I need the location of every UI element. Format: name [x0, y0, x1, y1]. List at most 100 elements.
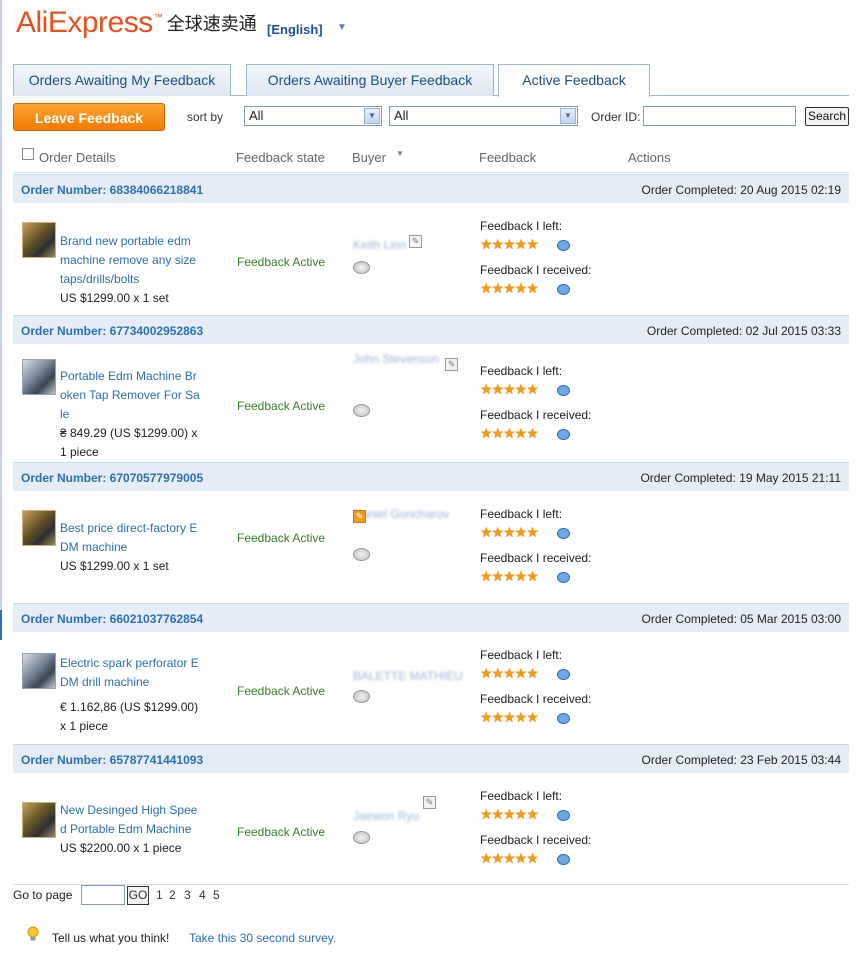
feedback-received-label: Feedback I received: [480, 833, 592, 847]
col-actions: Actions [628, 150, 671, 165]
feedback-received-comment-icon[interactable] [557, 854, 570, 865]
feedback-left-comment-icon[interactable] [557, 385, 570, 396]
product-name-link[interactable]: DM drill machine [60, 673, 208, 692]
search-button[interactable]: Search [805, 107, 849, 126]
feedback-left-stars: ★★★★★ [480, 524, 539, 540]
product-name-link[interactable]: DM machine [60, 538, 208, 557]
product-thumbnail[interactable] [22, 802, 56, 838]
product-thumbnail[interactable] [22, 510, 56, 546]
buyer-name[interactable]: John Stevenson [353, 352, 439, 366]
feedback-tabs: Orders Awaiting My Feedback Orders Await… [13, 64, 849, 97]
feedback-received-comment-icon[interactable] [557, 713, 570, 724]
buyer-name[interactable]: Keith Linn [353, 238, 406, 252]
table-bottom-divider [13, 884, 849, 885]
page-link-4[interactable]: 4 [199, 888, 206, 902]
tab-awaiting-my-feedback[interactable]: Orders Awaiting My Feedback [13, 64, 231, 96]
sort-caret-icon[interactable]: ▼ [396, 149, 404, 158]
order-number-link[interactable]: Order Number: 67734002952863 [21, 324, 203, 338]
aliexpress-logo[interactable]: AliExpress ™ 全球速卖通 [16, 6, 257, 40]
chat-icon[interactable] [353, 690, 370, 703]
chat-icon[interactable] [353, 831, 370, 844]
feedback-received-label: Feedback I received: [480, 263, 592, 277]
buyer-name[interactable]: Jaewon Ryu [353, 809, 419, 823]
order-number-link[interactable]: Order Number: 66021037762854 [21, 612, 203, 626]
tab-active-feedback[interactable]: Active Feedback [498, 64, 650, 97]
memo-icon[interactable]: ✎ [445, 358, 458, 371]
order-id-input[interactable] [643, 106, 796, 126]
chat-icon[interactable] [353, 548, 370, 561]
lightbulb-icon [27, 926, 39, 941]
feedback-left-label: Feedback I left: [480, 219, 563, 233]
feedback-received-comment-icon[interactable] [557, 429, 570, 440]
product-name-link[interactable]: Portable Edm Machine Br [60, 367, 208, 386]
sort-select-1-value: All [249, 108, 264, 123]
feedback-state: Feedback Active [237, 825, 326, 839]
product-price: € 1.162,86 (US $1299.00) [60, 700, 199, 714]
product-name-link[interactable]: machine remove any size [60, 251, 208, 270]
logo-trademark: ™ [153, 12, 163, 22]
feedback-state: Feedback Active [237, 255, 326, 269]
left-border [0, 0, 2, 640]
feedback-received-stars: ★★★★★ [480, 850, 539, 866]
order-header: Order Number: 67734002952863 Order Comple… [13, 315, 849, 344]
order-number-link[interactable]: Order Number: 67070577979005 [21, 471, 203, 485]
order-header: Order Number: 66021037762854 Order Comple… [13, 603, 849, 632]
table-header: Order Details Feedback state Buyer ▼ Fee… [13, 140, 849, 173]
chevron-down-icon[interactable]: ▼ [337, 22, 347, 33]
leave-feedback-button[interactable]: Leave Feedback [13, 103, 165, 131]
buyer-name[interactable]: BALETTE MATHIEU [353, 669, 463, 683]
feedback-left-comment-icon[interactable] [557, 669, 570, 680]
goto-page-input[interactable] [81, 885, 125, 905]
col-feedback: Feedback [479, 150, 537, 165]
feedback-left-comment-icon[interactable] [557, 810, 570, 821]
feedback-left-label: Feedback I left: [480, 789, 563, 803]
memo-icon[interactable]: ✎ [409, 235, 422, 248]
sort-select-2[interactable]: All ▼ [389, 106, 578, 126]
order-header: Order Number: 65787741441093 Order Comple… [13, 744, 849, 773]
product-name-link[interactable]: Best price direct-factory E [60, 519, 208, 538]
memo-icon[interactable]: ✎ [353, 510, 366, 523]
page-link-1[interactable]: 1 [156, 888, 163, 902]
order-header: Order Number: 67070577979005 Order Comple… [13, 462, 849, 491]
product-name-link[interactable]: New Desinged High Spee [60, 801, 208, 820]
order-completed-date: Order Completed: 23 Feb 2015 03:44 [641, 753, 841, 767]
go-button[interactable]: GO [127, 886, 149, 905]
sort-select-1[interactable]: All ▼ [244, 106, 382, 126]
chevron-down-icon: ▼ [364, 108, 380, 124]
feedback-received-comment-icon[interactable] [557, 572, 570, 583]
select-all-checkbox[interactable] [22, 148, 34, 160]
col-buyer[interactable]: Buyer [352, 150, 386, 165]
language-selector[interactable]: [English] [267, 22, 323, 37]
product-name-link[interactable]: d Portable Edm Machine [60, 820, 208, 839]
survey-link[interactable]: Take this 30 second survey. [189, 931, 336, 945]
page-link-5[interactable]: 5 [213, 888, 220, 902]
product-name-link[interactable]: taps/drills/bolts [60, 270, 208, 289]
feedback-left-comment-icon[interactable] [557, 240, 570, 251]
chat-icon[interactable] [353, 404, 370, 417]
survey-text: Tell us what you think! [52, 931, 170, 945]
col-order-details: Order Details [39, 150, 116, 165]
feedback-received-stars: ★★★★★ [480, 425, 539, 441]
product-name-link[interactable]: Electric spark perforator E [60, 654, 208, 673]
feedback-left-comment-icon[interactable] [557, 528, 570, 539]
feedback-received-comment-icon[interactable] [557, 284, 570, 295]
product-name-link[interactable]: le [60, 405, 208, 424]
left-border-accent [0, 610, 2, 640]
page-link-2[interactable]: 2 [169, 888, 176, 902]
buyer-name[interactable]: Daniel Goncharov [353, 507, 449, 521]
order-completed-date: Order Completed: 02 Jul 2015 03:33 [646, 324, 841, 338]
product-thumbnail[interactable] [22, 359, 56, 395]
chat-icon[interactable] [353, 261, 370, 274]
order-number-link[interactable]: Order Number: 65787741441093 [21, 753, 203, 767]
product-name-link[interactable]: oken Tap Remover For Sa [60, 386, 208, 405]
page-link-3[interactable]: 3 [184, 888, 191, 902]
feedback-state: Feedback Active [237, 684, 326, 698]
order-id-label: Order ID: [591, 110, 641, 124]
product-thumbnail[interactable] [22, 222, 56, 258]
memo-icon[interactable]: ✎ [423, 796, 436, 809]
tab-awaiting-buyer-feedback[interactable]: Orders Awaiting Buyer Feedback [246, 64, 494, 96]
product-name-link[interactable]: Brand new portable edm [60, 232, 208, 251]
product-price: US $2200.00 x 1 piece [60, 841, 182, 855]
order-number-link[interactable]: Order Number: 68384066218841 [21, 183, 203, 197]
product-thumbnail[interactable] [22, 653, 56, 689]
